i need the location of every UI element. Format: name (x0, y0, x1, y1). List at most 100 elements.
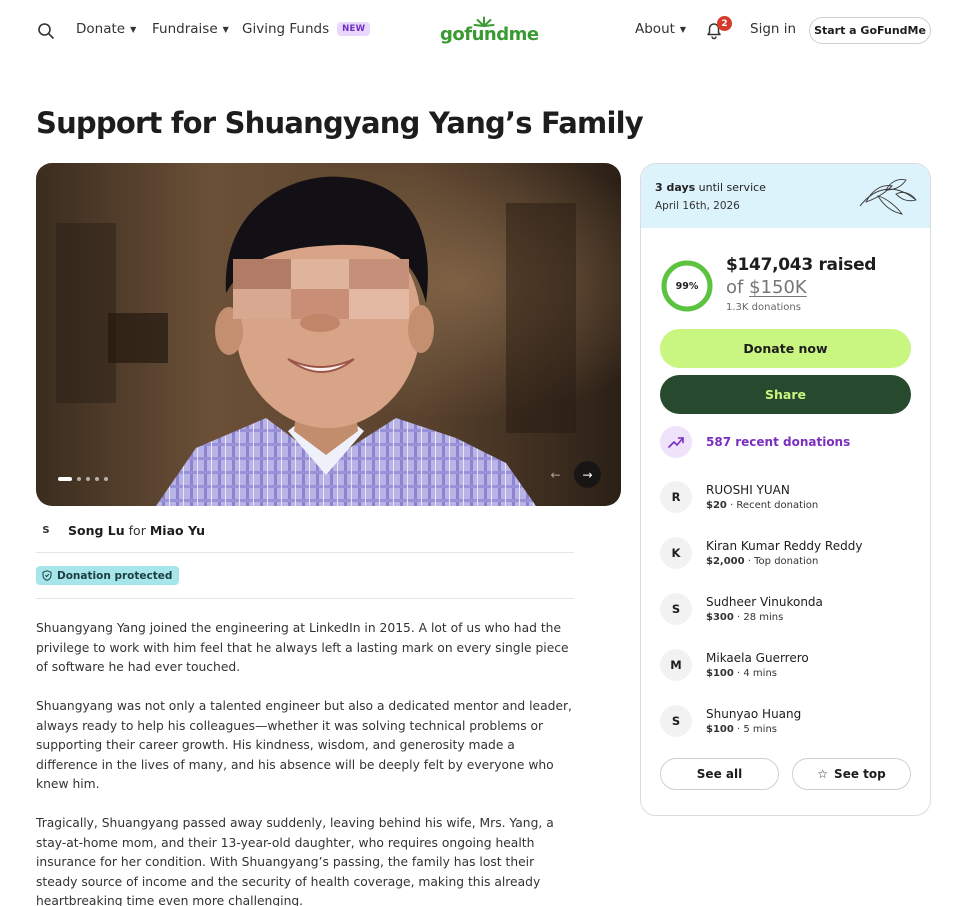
story-paragraph: Shuangyang Yang joined the engineering a… (36, 621, 569, 674)
donor-note: · Recent donation (730, 500, 819, 511)
donor-amount: $300 (706, 612, 734, 623)
donor-name: Mikaela Guerrero (706, 651, 809, 665)
donor-avatar: R (660, 481, 692, 513)
leaf-icon (859, 179, 917, 215)
donor-name: Kiran Kumar Reddy Reddy (706, 539, 863, 553)
donor-avatar: M (660, 649, 692, 681)
donation-sidebar-card: 3 days until service April 16th, 2026 99… (640, 163, 931, 816)
nav-about-label: About (635, 21, 675, 37)
notification-count-badge: 2 (717, 16, 732, 31)
donor-list-item: K Kiran Kumar Reddy Reddy $2,000 · Top d… (660, 536, 862, 570)
organizer-for-text: for (128, 522, 146, 538)
donor-avatar: S (660, 593, 692, 625)
nav-about-menu[interactable]: About ▼ (635, 21, 686, 37)
nav-donate-label: Donate (76, 21, 126, 37)
nav-giving-funds-link[interactable]: Giving Funds NEW (242, 21, 371, 37)
donor-name: Sudheer Vinukonda (706, 595, 823, 609)
donor-meta: $100 · 5 mins (706, 724, 801, 735)
star-icon: ☆ (817, 767, 829, 781)
recent-donations-row[interactable]: 587 recent donations (660, 426, 850, 458)
goal-amount-line: of $150K (726, 277, 807, 298)
see-top-button[interactable]: ☆ See top (792, 758, 911, 790)
donor-list-item: S Shunyao Huang $100 · 5 mins (660, 704, 801, 738)
carousel-dot[interactable] (104, 477, 108, 481)
donation-protected-badge[interactable]: Donation protected (36, 566, 180, 585)
service-days: 3 days (655, 181, 696, 194)
donor-note: · 28 mins (737, 612, 784, 623)
trending-up-icon (660, 426, 692, 458)
recent-donations-label: 587 recent donations (706, 435, 851, 449)
divider (36, 552, 574, 553)
gofundme-logo[interactable]: gofundme (440, 16, 539, 46)
donor-list-item: S Sudheer Vinukonda $300 · 28 mins (660, 592, 823, 626)
donor-name: RUOSHI YUAN (706, 483, 790, 497)
donor-meta: $20 · Recent donation (706, 500, 818, 511)
donor-list-item: M Mikaela Guerrero $100 · 4 mins (660, 648, 809, 682)
shield-icon (42, 570, 52, 581)
organizer-avatar: S (42, 524, 50, 536)
chevron-down-icon: ▼ (130, 24, 137, 34)
divider (36, 598, 574, 599)
service-date: April 16th, 2026 (655, 200, 740, 212)
donor-list-item: R RUOSHI YUAN $20 · Recent donation (660, 480, 818, 514)
memorial-banner: 3 days until service April 16th, 2026 (641, 164, 930, 228)
start-gofundme-button[interactable]: Start a GoFundMe (809, 17, 931, 44)
carousel-dot[interactable] (95, 477, 99, 481)
goal-amount: $150K (749, 277, 807, 298)
story-paragraph: Shuangyang was not only a talented engin… (36, 699, 572, 791)
donate-now-button[interactable]: Donate now (660, 329, 911, 368)
carousel-indicators (58, 477, 108, 481)
carousel-dot-active[interactable] (58, 477, 72, 481)
search-icon[interactable] (37, 22, 55, 40)
donor-note: · 4 mins (737, 668, 777, 679)
donor-meta: $100 · 4 mins (706, 668, 809, 679)
campaign-photo (36, 163, 621, 506)
page-title: Support for Shuangyang Yang’s Family (36, 106, 644, 140)
beneficiary-name[interactable]: Miao Yu (150, 523, 205, 538)
carousel-dot[interactable] (77, 477, 81, 481)
nav-giving-funds-label: Giving Funds (242, 21, 330, 37)
donor-name: Shunyao Huang (706, 707, 802, 721)
sign-in-label: Sign in (750, 21, 797, 37)
share-button[interactable]: Share (660, 375, 911, 414)
donor-amount: $20 (706, 500, 727, 511)
sign-in-link[interactable]: Sign in (750, 21, 796, 37)
carousel-previous-button[interactable]: ← (542, 461, 569, 488)
donor-note: · Top donation (747, 556, 819, 567)
progress-percent: 99% (675, 280, 699, 292)
chevron-down-icon: ▼ (679, 24, 687, 34)
nav-donate-menu[interactable]: Donate ▼ (76, 21, 136, 37)
organizer-line: S Song Lu for Miao Yu (36, 518, 205, 542)
donor-avatar: K (660, 537, 692, 569)
chevron-down-icon: ▼ (222, 24, 229, 34)
new-badge: NEW (337, 22, 371, 36)
donor-meta: $300 · 28 mins (706, 612, 823, 623)
service-countdown: 3 days until service (655, 181, 766, 194)
carousel-dot[interactable] (86, 477, 90, 481)
arrow-right-icon: → (582, 467, 593, 482)
donor-meta: $2,000 · Top donation (706, 556, 862, 567)
donor-amount: $100 (706, 724, 734, 735)
donor-note: · 5 mins (737, 724, 777, 735)
goal-prefix: of (726, 277, 744, 298)
donor-amount: $100 (706, 668, 734, 679)
story-paragraph: Tragically, Shuangyang passed away sudde… (36, 816, 554, 906)
campaign-image-carousel[interactable]: ← → (36, 163, 621, 506)
carousel-next-button[interactable]: → (574, 461, 601, 488)
see-all-label: See all (696, 767, 743, 781)
see-top-label: See top (834, 767, 886, 781)
donation-protected-label: Donation protected (57, 569, 173, 582)
donor-avatar: S (660, 705, 692, 737)
arrow-left-icon: ← (550, 467, 561, 482)
donor-amount: $2,000 (706, 556, 745, 567)
nav-fundraise-menu[interactable]: Fundraise ▼ (152, 21, 229, 37)
nav-fundraise-label: Fundraise (152, 21, 218, 37)
organizer-name[interactable]: Song Lu (68, 523, 125, 538)
campaign-story: Shuangyang Yang joined the engineering a… (36, 619, 576, 906)
see-all-button[interactable]: See all (660, 758, 779, 790)
service-days-suffix: until service (698, 181, 766, 194)
amount-raised: $147,043 raised (726, 255, 877, 275)
top-navigation: Donate ▼ Fundraise ▼ Giving Funds NEW go… (0, 0, 960, 62)
logo-wordmark: gofundme (440, 24, 539, 45)
donation-count: 1.3K donations (726, 302, 801, 313)
